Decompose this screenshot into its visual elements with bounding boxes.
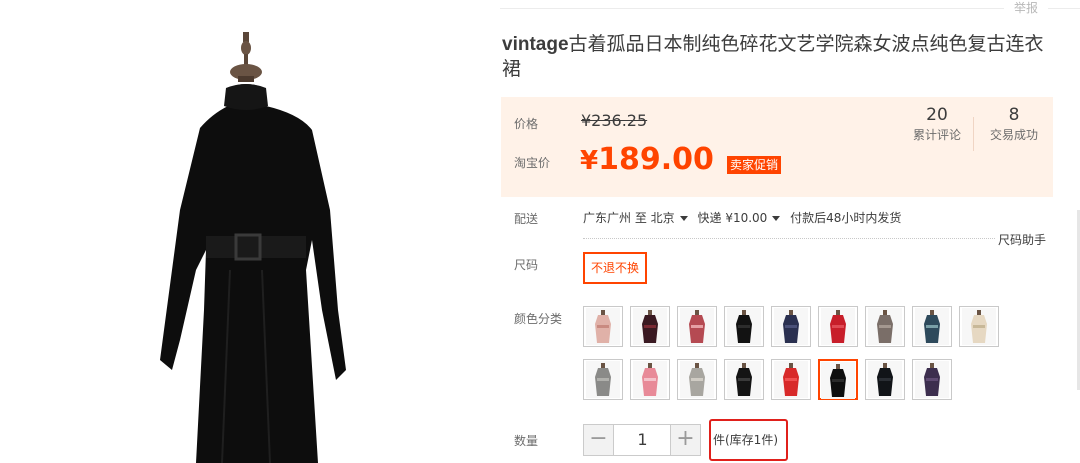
promo-price-value: 189.00: [598, 142, 714, 177]
dress-thumbnail-icon: [586, 361, 620, 398]
shipping-label: 配送: [514, 212, 539, 226]
color-swatch-black-burgundy-dress[interactable]: [630, 306, 670, 347]
size-label: 尺码: [514, 258, 539, 272]
price-panel: 价格 ¥236.25 淘宝价 ¥189.00 卖家促销 20 累计评论 8 交易…: [501, 97, 1053, 197]
reviews-stat[interactable]: 20 累计评论: [906, 104, 968, 144]
dress-thumbnail-icon: [727, 308, 761, 345]
dress-thumbnail-icon: [821, 308, 855, 345]
chevron-down-icon: [772, 215, 781, 221]
color-swatch-grey-coat-dress[interactable]: [583, 359, 623, 400]
quantity-increase-button[interactable]: +: [670, 425, 700, 455]
shipping-destination-select[interactable]: 北京: [651, 211, 694, 225]
color-swatch-red-floral-dress[interactable]: [677, 306, 717, 347]
sales-label: 交易成功: [989, 128, 1038, 142]
promo-badge: 卖家促销: [727, 156, 782, 174]
top-divider: [500, 8, 1080, 9]
dress-thumbnail-icon: [774, 361, 808, 398]
dress-thumbnail-icon: [915, 361, 949, 398]
dress-thumbnail-icon: [680, 361, 714, 398]
reviews-label: 累计评论: [912, 128, 961, 142]
product-title: vintage古着孤品日本制纯色碎花文艺学院森女波点纯色复古连衣裙: [502, 32, 1052, 81]
dress-thumbnail-icon: [774, 308, 808, 345]
sales-count: 8: [1008, 105, 1020, 125]
color-label: 颜色分类: [514, 312, 563, 326]
report-link[interactable]: 举报: [1004, 0, 1048, 16]
shipping-info: 广东广州 至 北京 快递 ¥10.00 付款后48小时内发货: [583, 209, 901, 226]
black-dress-on-mannequin-image: [160, 32, 346, 463]
stats-divider: [973, 117, 974, 151]
shipping-method-select[interactable]: 快递 ¥10.00: [698, 211, 787, 225]
dress-thumbnail-icon: [586, 308, 620, 345]
quantity-label: 数量: [514, 434, 539, 448]
color-swatch-cream-dress[interactable]: [959, 306, 999, 347]
size-option-selected[interactable]: 不退不换: [583, 252, 648, 284]
color-swatch-grey-cardigan-dress[interactable]: [677, 359, 717, 400]
page-scrollbar[interactable]: [1072, 0, 1080, 463]
color-swatch-grey-pattern-dress[interactable]: [865, 306, 905, 347]
quantity-stepper: − +: [583, 424, 701, 456]
color-swatch-blue-green-dress[interactable]: [912, 306, 952, 347]
color-swatch-black-dress-selected[interactable]: [818, 359, 858, 400]
color-swatch-black-dress-2[interactable]: [724, 359, 764, 400]
quantity-decrease-button[interactable]: −: [584, 425, 614, 455]
dress-thumbnail-icon: [868, 308, 902, 345]
color-swatch-pink-floral-dress[interactable]: [583, 306, 623, 347]
shipping-from: 广东广州 至: [583, 211, 647, 225]
color-swatch-red-dress-1[interactable]: [818, 306, 858, 347]
dress-thumbnail-icon: [633, 308, 667, 345]
color-swatch-red-dress-2[interactable]: [771, 359, 811, 400]
color-swatch-purple-dress[interactable]: [912, 359, 952, 400]
sales-stat: 8 交易成功: [981, 104, 1047, 144]
main-product-image[interactable]: [0, 10, 470, 463]
shipping-method: 快递 ¥10.00: [697, 211, 768, 225]
dress-thumbnail-icon: [915, 308, 949, 345]
product-title-cn: 古着孤品日本制纯色碎花文艺学院森女波点纯色复古连衣裙: [502, 33, 1044, 80]
stock-info: 件(库存1件): [709, 419, 788, 461]
reviews-count: 20: [926, 105, 948, 125]
dress-thumbnail-icon: [727, 361, 761, 398]
dotted-divider: [583, 238, 995, 239]
product-title-en: vintage: [502, 34, 569, 55]
color-swatch-black-dress-1[interactable]: [724, 306, 764, 347]
dress-thumbnail-icon: [821, 362, 855, 399]
chevron-down-icon: [679, 215, 688, 221]
size-helper-link[interactable]: 尺码助手: [998, 231, 1046, 248]
dress-thumbnail-icon: [868, 361, 902, 398]
color-swatch-black-dress-3[interactable]: [865, 359, 905, 400]
original-price: ¥236.25: [581, 111, 648, 130]
shipping-destination: 北京: [650, 211, 675, 225]
promo-currency: ¥: [580, 146, 599, 176]
shipping-dispatch: 付款后48小时内发货: [790, 211, 902, 225]
dress-thumbnail-icon: [680, 308, 714, 345]
color-swatch-navy-dress[interactable]: [771, 306, 811, 347]
promo-price: ¥189.00: [580, 142, 714, 177]
dress-thumbnail-icon: [633, 361, 667, 398]
taobao-price-label: 淘宝价: [514, 156, 551, 170]
color-swatch-pink-lace-dress[interactable]: [630, 359, 670, 400]
quantity-input[interactable]: [615, 425, 670, 455]
price-label: 价格: [514, 117, 539, 131]
dress-thumbnail-icon: [962, 308, 996, 345]
